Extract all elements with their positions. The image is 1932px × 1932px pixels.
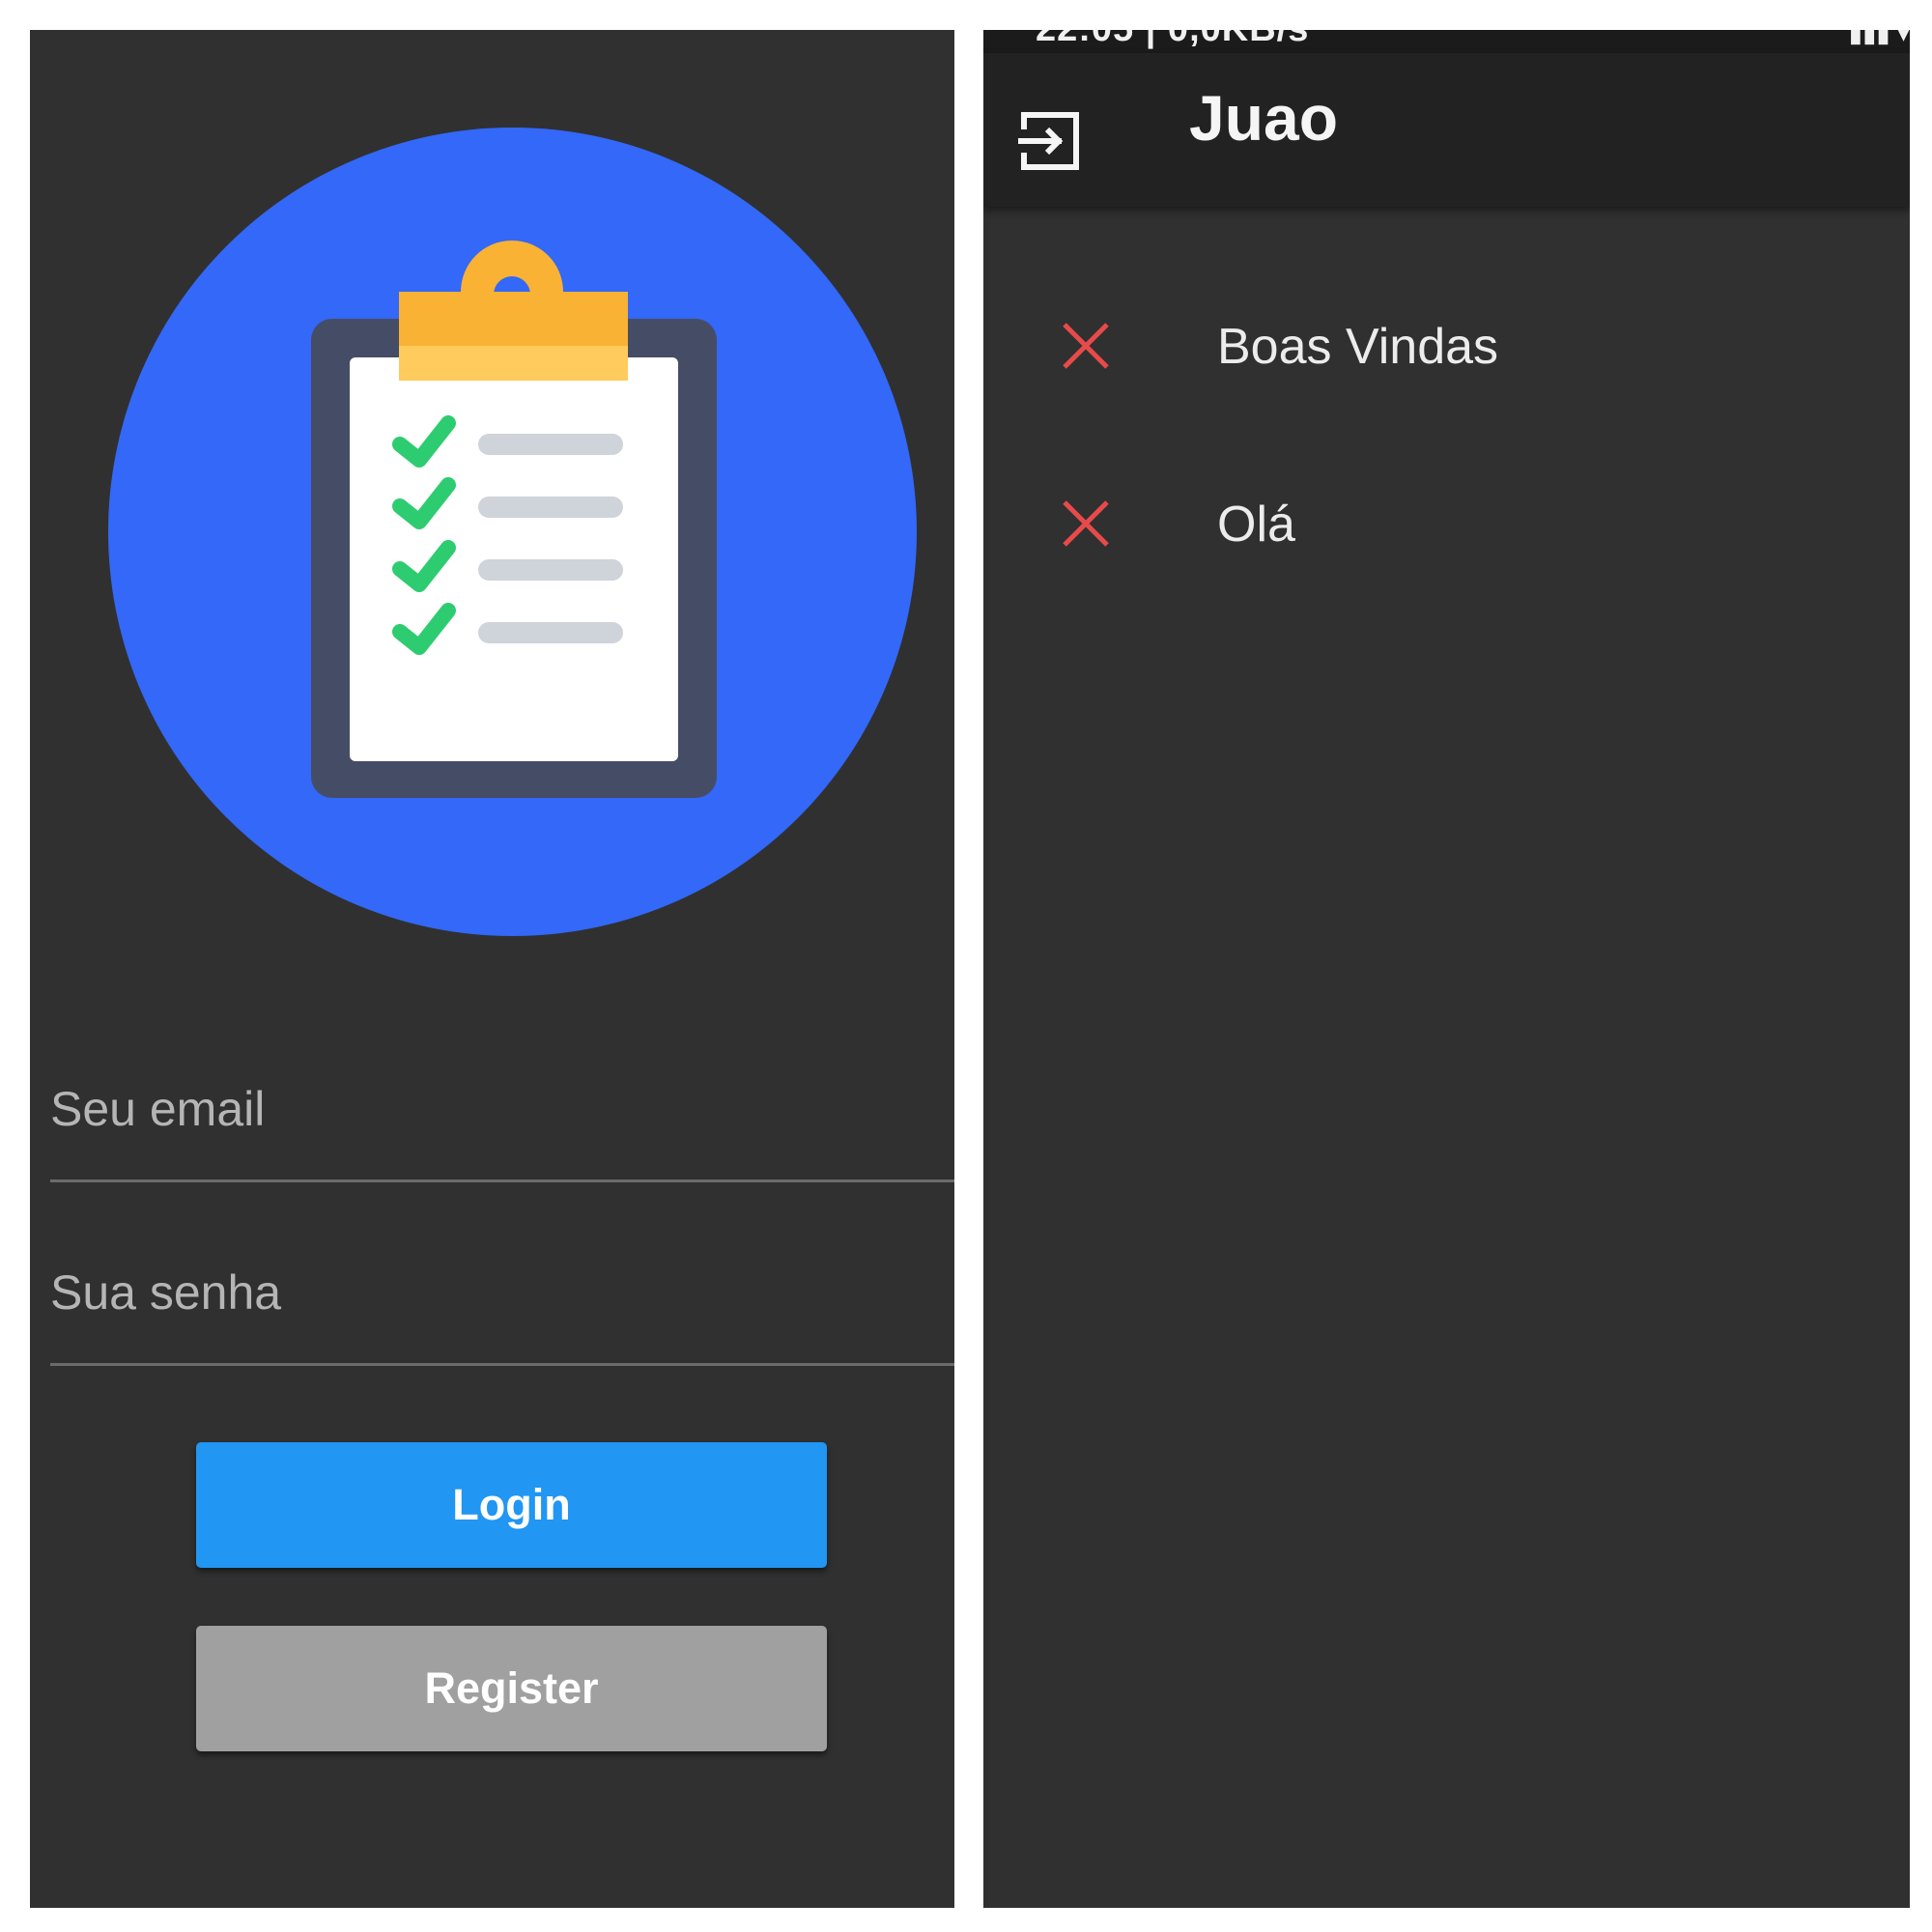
- password-input[interactable]: [50, 1264, 954, 1321]
- app-bar: Juao: [983, 53, 1910, 207]
- list-item[interactable]: Olá: [983, 452, 1910, 597]
- email-input[interactable]: [50, 1081, 954, 1137]
- close-icon[interactable]: [1059, 319, 1113, 373]
- login-button[interactable]: Login: [196, 1442, 827, 1568]
- notes-list-screen: 22:05 | 0,0KB/s ▮▮▮ ▾ Juao Boas Vindas: [983, 30, 1910, 1908]
- list-item-label: Olá: [1217, 497, 1295, 553]
- logout-icon[interactable]: [1018, 109, 1082, 173]
- user-name-title: Juao: [1189, 82, 1339, 154]
- list-item-label: Boas Vindas: [1217, 319, 1499, 375]
- email-field[interactable]: [50, 1081, 954, 1182]
- list-item[interactable]: Boas Vindas: [983, 274, 1910, 419]
- clipboard-checklist-icon: [108, 128, 917, 936]
- close-icon[interactable]: [1059, 497, 1113, 551]
- register-button[interactable]: Register: [196, 1626, 827, 1751]
- password-field[interactable]: [50, 1264, 954, 1366]
- login-screen: Login Register: [30, 30, 954, 1908]
- status-bar: 22:05 | 0,0KB/s ▮▮▮ ▾: [983, 30, 1910, 53]
- signal-icon: ▮▮▮ ▾: [1848, 30, 1910, 47]
